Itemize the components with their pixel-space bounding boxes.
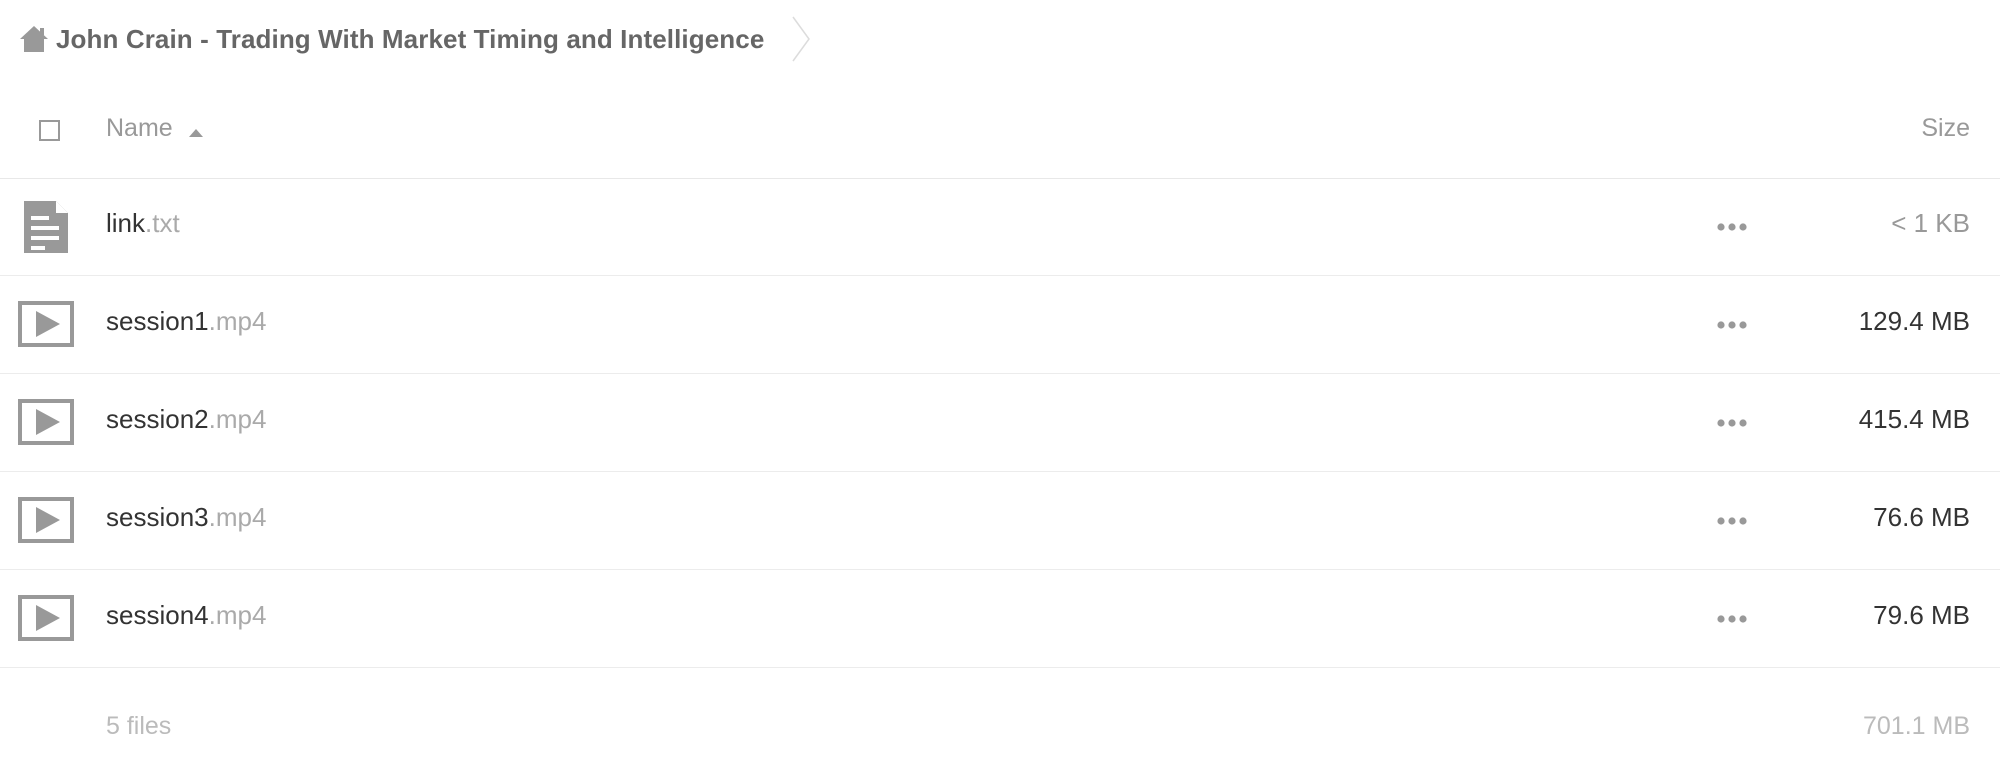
file-name[interactable]: session2.mp4 <box>106 404 266 435</box>
sort-ascending-icon[interactable] <box>188 125 204 137</box>
more-options-icon[interactable] <box>1716 608 1748 630</box>
file-extension: .mp4 <box>208 306 267 336</box>
file-size: 76.6 MB <box>1873 502 1970 532</box>
table-row[interactable]: session1.mp4 129.4 MB <box>0 276 2000 374</box>
file-name[interactable]: link.txt <box>106 208 180 239</box>
chevron-right-icon <box>790 15 812 63</box>
breadcrumb: John Crain - Trading With Market Timing … <box>18 0 812 78</box>
column-name-header[interactable]: Name <box>106 114 173 143</box>
video-file-icon <box>18 591 74 647</box>
table-row[interactable]: session4.mp4 79.6 MB <box>0 570 2000 668</box>
video-file-icon <box>18 297 74 353</box>
video-file-icon <box>18 493 74 549</box>
more-options-icon[interactable] <box>1716 314 1748 336</box>
table-row[interactable]: session3.mp4 76.6 MB <box>0 472 2000 570</box>
breadcrumb-folder[interactable]: John Crain - Trading With Market Timing … <box>56 24 764 55</box>
file-extension: .txt <box>145 208 180 238</box>
text-file-icon <box>18 199 74 255</box>
file-extension: .mp4 <box>208 404 267 434</box>
column-size-header[interactable]: Size <box>1921 114 1970 143</box>
file-extension: .mp4 <box>208 502 267 532</box>
more-options-icon[interactable] <box>1716 510 1748 532</box>
home-icon[interactable] <box>18 23 50 55</box>
more-options-icon[interactable] <box>1716 216 1748 238</box>
file-size: 129.4 MB <box>1858 306 1970 336</box>
file-size: < 1 KB <box>1891 208 1970 238</box>
file-name[interactable]: session1.mp4 <box>106 306 266 337</box>
total-size: 701.1 MB <box>1862 712 1970 740</box>
table-row[interactable]: session2.mp4 415.4 MB <box>0 374 2000 472</box>
file-extension: .mp4 <box>208 600 267 630</box>
select-all-checkbox[interactable] <box>39 120 60 141</box>
table-row[interactable]: link.txt < 1 KB <box>0 178 2000 276</box>
more-options-icon[interactable] <box>1716 412 1748 434</box>
file-size: 415.4 MB <box>1858 404 1970 434</box>
file-size: 79.6 MB <box>1873 600 1970 630</box>
file-count: 5 files <box>106 712 172 740</box>
file-name[interactable]: session3.mp4 <box>106 502 266 533</box>
table-header: Name Size <box>0 90 2000 179</box>
file-name[interactable]: session4.mp4 <box>106 600 266 631</box>
video-file-icon <box>18 395 74 451</box>
